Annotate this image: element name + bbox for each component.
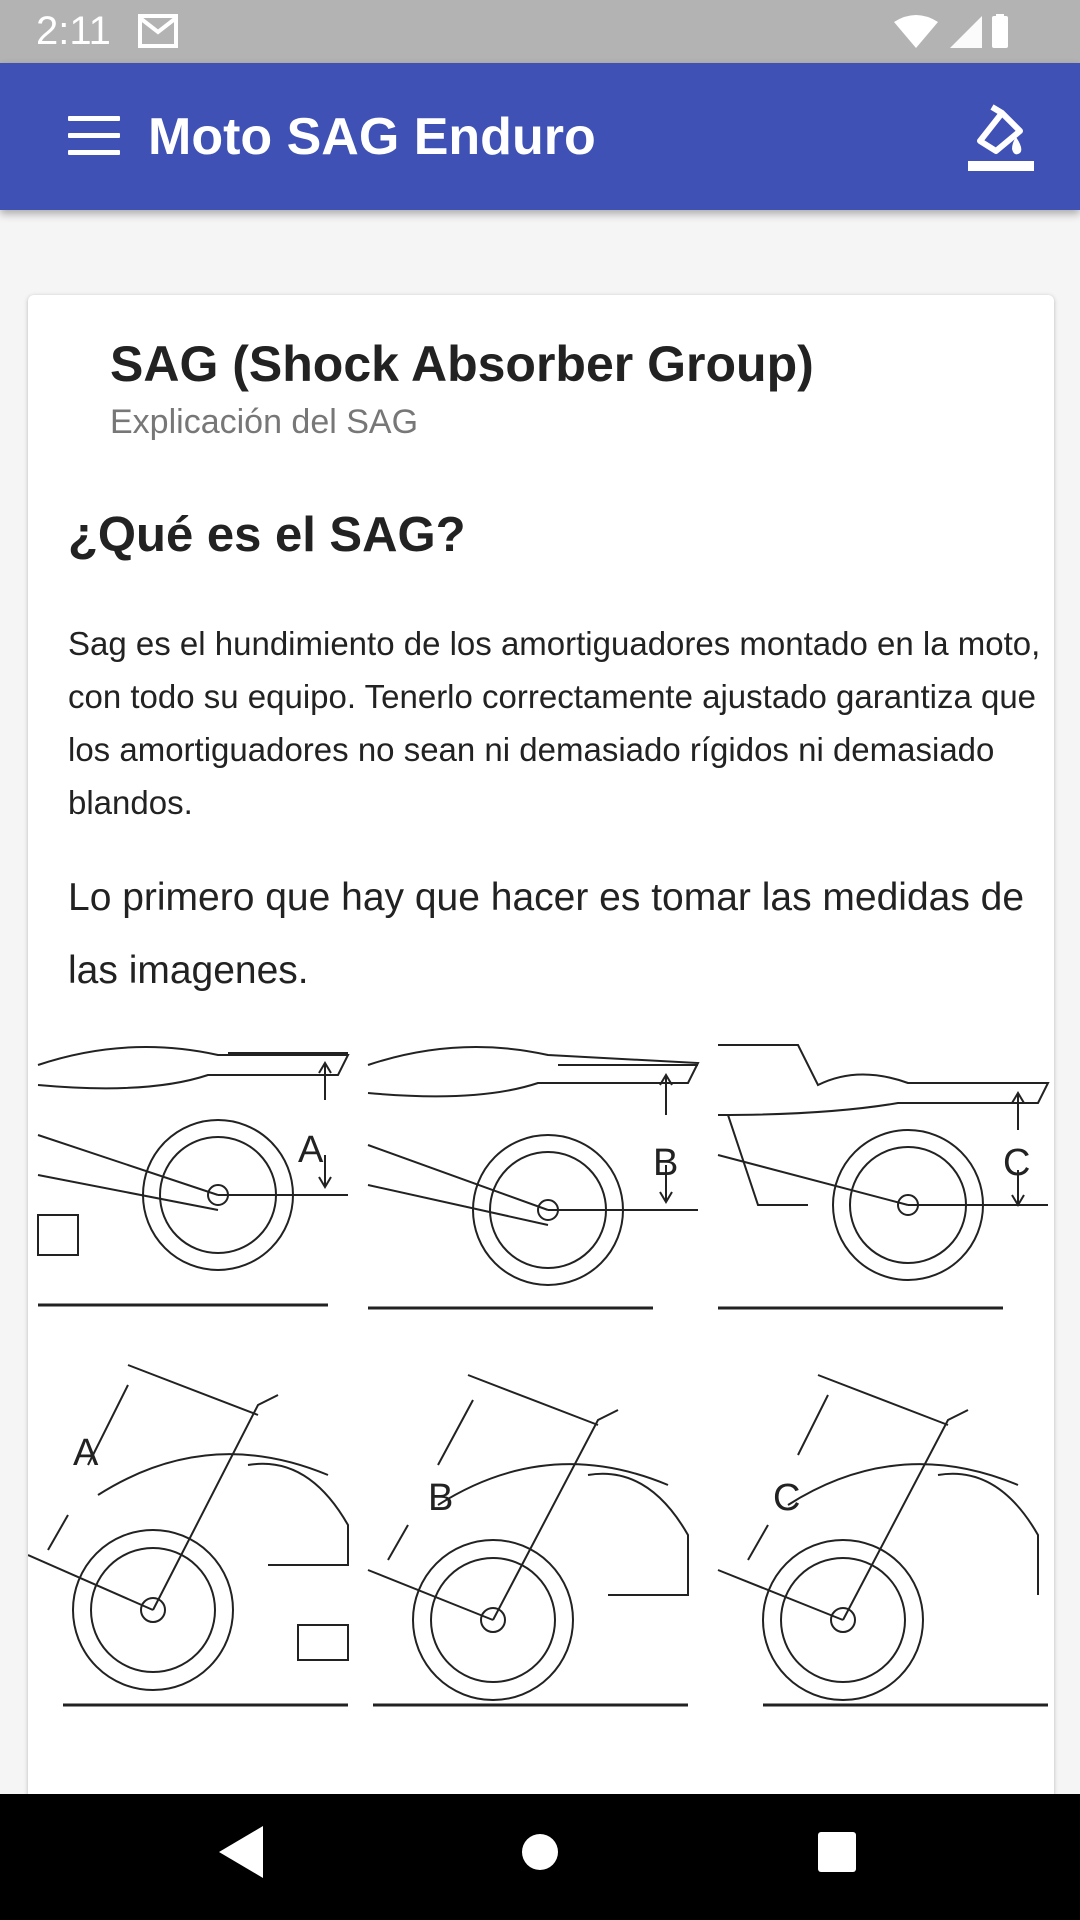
app-bar: Moto SAG Enduro: [0, 63, 1080, 210]
front-wheel-drawing-c: [717, 1374, 1048, 1707]
back-icon[interactable]: [215, 1824, 265, 1880]
section-heading: ¿Qué es el SAG?: [68, 508, 466, 562]
front-wheel-drawing-a: [28, 1364, 349, 1707]
battery-icon: [992, 16, 1008, 48]
status-icons: [894, 14, 1008, 48]
rear-wheel-drawing-a: [37, 1046, 350, 1307]
signal-icon: [950, 16, 982, 48]
bottom-label-b: B: [428, 1477, 453, 1519]
front-wheel-drawing-b: [367, 1374, 689, 1707]
mail-icon: [138, 14, 178, 48]
home-icon[interactable]: [520, 1824, 560, 1880]
sag-measurement-figure: A B C A B C: [28, 1044, 1050, 1707]
app-title: Moto SAG Enduro: [148, 108, 596, 166]
status-bar: 2:11: [0, 0, 1080, 63]
status-time: 2:11: [36, 9, 111, 53]
top-label-b: B: [653, 1142, 678, 1184]
rear-wheel-drawing-b: [367, 1046, 700, 1310]
content-card: SAG (Shock Absorber Group) Explicación d…: [28, 295, 1054, 1825]
menu-icon[interactable]: [68, 116, 120, 156]
card-title: SAG (Shock Absorber Group): [110, 336, 814, 392]
navigation-bar: [0, 1794, 1080, 1920]
body-paragraph-2: Lo primero que hay que hacer es tomar la…: [68, 876, 1025, 992]
body-paragraph-1: Sag es el hundimiento de los amortiguado…: [68, 625, 1041, 821]
top-label-a: A: [298, 1129, 324, 1171]
bottom-label-c: C: [773, 1477, 800, 1519]
rear-wheel-drawing-c: [717, 1044, 1050, 1310]
top-label-c: C: [1003, 1142, 1030, 1184]
recents-icon[interactable]: [816, 1824, 858, 1880]
wifi-icon: [894, 15, 938, 48]
bottom-label-a: A: [73, 1432, 99, 1474]
format-paint-icon[interactable]: [966, 101, 1036, 173]
card-subtitle: Explicación del SAG: [110, 403, 419, 441]
